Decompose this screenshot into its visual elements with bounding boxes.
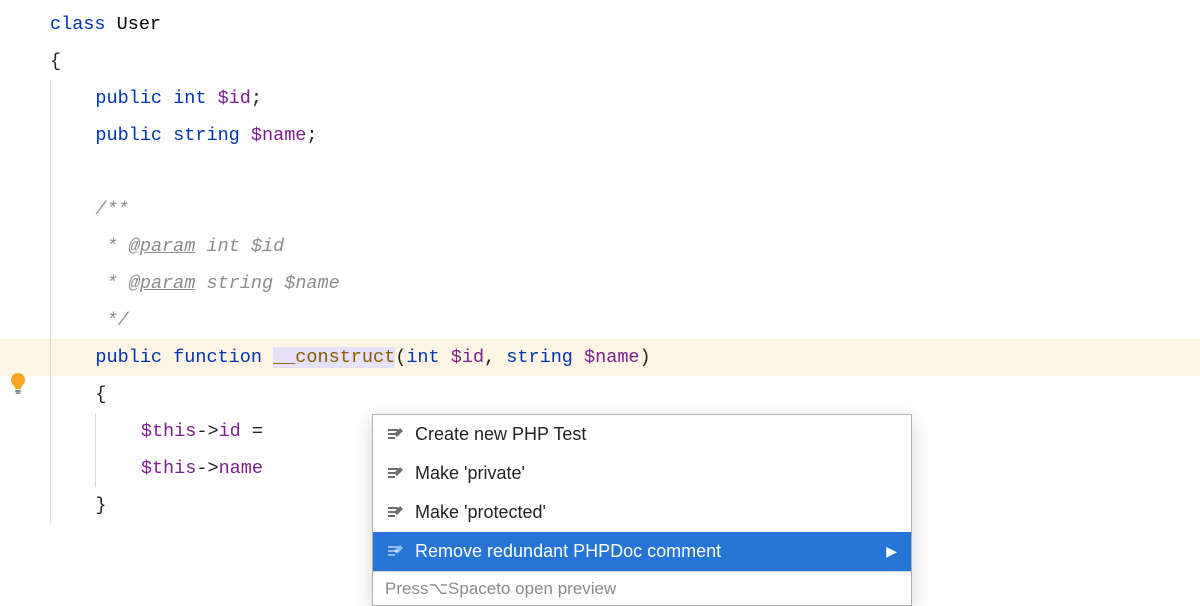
intention-label: Remove redundant PHPDoc comment [415, 541, 721, 562]
code-line[interactable]: public string $name; [0, 117, 1200, 154]
keyword-public: public [95, 347, 162, 368]
intention-icon [385, 503, 405, 523]
code-line[interactable]: * @param string $name [0, 265, 1200, 302]
this-ref: $this [141, 458, 197, 479]
intention-label: Make 'protected' [415, 502, 546, 523]
keyword-class: class [50, 14, 106, 35]
intention-label: Create new PHP Test [415, 424, 586, 445]
type-int: int [173, 88, 206, 109]
footer-text-prefix: Press [385, 579, 428, 599]
intention-label: Make 'private' [415, 463, 525, 484]
code-line-highlighted[interactable]: public function __construct(int $id, str… [0, 339, 1200, 376]
code-line[interactable]: public int $id; [0, 80, 1200, 117]
intention-popup: Create new PHP Test Make 'private' Make … [372, 414, 912, 606]
prop-name: name [219, 458, 263, 479]
class-name: User [117, 14, 161, 35]
code-line[interactable]: class User [0, 6, 1200, 43]
type-string: string [173, 125, 240, 146]
code-line[interactable]: { [0, 376, 1200, 413]
prop-id: id [219, 421, 241, 442]
code-line[interactable]: { [0, 43, 1200, 80]
intention-item-remove-phpdoc[interactable]: Remove redundant PHPDoc comment ▶ [373, 532, 911, 571]
code-line[interactable]: */ [0, 302, 1200, 339]
chevron-right-icon: ▶ [886, 543, 897, 560]
doc-close: */ [95, 310, 128, 331]
footer-text-suffix: to open preview [496, 579, 616, 599]
intention-item-make-private[interactable]: Make 'private' [373, 454, 911, 493]
intention-icon [385, 425, 405, 445]
doc-tag: @param [129, 273, 196, 294]
keyword-public: public [95, 125, 162, 146]
intention-icon [385, 464, 405, 484]
code-line[interactable]: * @param int $id [0, 228, 1200, 265]
var-id: $id [218, 88, 251, 109]
this-ref: $this [141, 421, 197, 442]
intention-item-create-test[interactable]: Create new PHP Test [373, 415, 911, 454]
intention-item-make-protected[interactable]: Make 'protected' [373, 493, 911, 532]
var-name: $name [251, 125, 307, 146]
method-construct: __construct [273, 347, 395, 368]
doc-open: /** [95, 199, 128, 220]
code-line[interactable]: /** [0, 191, 1200, 228]
code-line[interactable] [0, 154, 1200, 191]
gutter [0, 0, 40, 524]
intention-bulb-icon[interactable] [6, 371, 30, 395]
footer-shortcut: ⌥Space [428, 579, 496, 599]
keyword-public: public [95, 88, 162, 109]
intention-icon [385, 542, 405, 562]
keyword-function: function [173, 347, 262, 368]
brace: { [50, 51, 61, 72]
doc-tag: @param [129, 236, 196, 257]
